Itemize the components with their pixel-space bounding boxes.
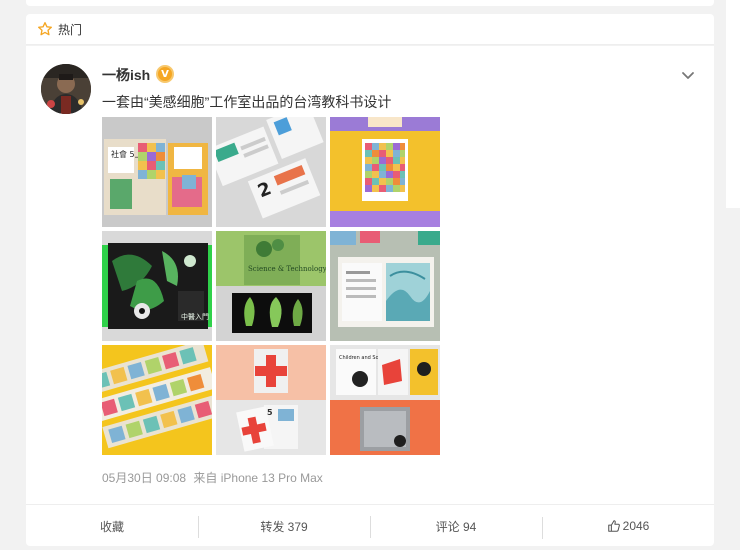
post-image-8[interactable]: 5 [216, 345, 326, 455]
post-image-6[interactable] [330, 231, 440, 341]
avatar[interactable] [41, 64, 91, 114]
repost-button[interactable]: 转发 379 [198, 515, 370, 538]
favorite-button[interactable]: 收藏 [26, 518, 198, 535]
post-image-5[interactable]: Science & Technology [216, 231, 326, 341]
chevron-down-icon[interactable] [680, 67, 696, 83]
previous-card-edge [26, 0, 714, 6]
post-actions-bar: 收藏 转发 379 评论 94 2046 [26, 504, 714, 547]
right-sidebar-panel [726, 0, 740, 208]
image-grid: 社會 5上 2 中醫入門 Science & Technology 5 Chil… [102, 117, 440, 455]
post-image-2[interactable]: 2 [216, 117, 326, 227]
book-title-text: 社會 5上 [111, 149, 143, 159]
weibo-post-card: 一杨ish V 一套由“美感细胞”工作室出品的台湾教科书设计 社會 5上 2 中… [26, 46, 714, 546]
post-date[interactable]: 05月30日 09:08 [102, 471, 186, 485]
repost-label: 转发 379 [260, 519, 308, 534]
post-source: 来自 iPhone 13 Pro Max [193, 471, 323, 485]
star-icon [38, 22, 52, 36]
post-image-9[interactable]: Children and Society [330, 345, 440, 455]
comment-label: 评论 94 [435, 519, 477, 534]
hot-section-header: 热门 [26, 14, 714, 45]
like-count: 2046 [622, 519, 650, 533]
post-image-4[interactable]: 中醫入門 [102, 231, 212, 341]
post-image-3[interactable] [330, 117, 440, 227]
username[interactable]: 一杨ish [102, 65, 150, 85]
book-title-text: 5 [267, 408, 273, 417]
post-meta: 05月30日 09:08 来自 iPhone 13 Pro Max [102, 469, 327, 486]
book-title-text: Science & Technology [248, 265, 326, 273]
thumbs-up-icon [607, 520, 620, 532]
verified-icon: V [156, 65, 174, 83]
post-image-7[interactable] [102, 345, 212, 455]
like-button[interactable]: 2046 [542, 517, 714, 539]
post-image-1[interactable]: 社會 5上 [102, 117, 212, 227]
favorite-label: 收藏 [99, 519, 124, 534]
book-title-text: 中醫入門 [181, 312, 209, 321]
hot-label: 热门 [58, 22, 83, 37]
post-text: 一套由“美感细胞”工作室出品的台湾教科书设计 [102, 94, 392, 110]
comment-button[interactable]: 评论 94 [370, 515, 542, 538]
